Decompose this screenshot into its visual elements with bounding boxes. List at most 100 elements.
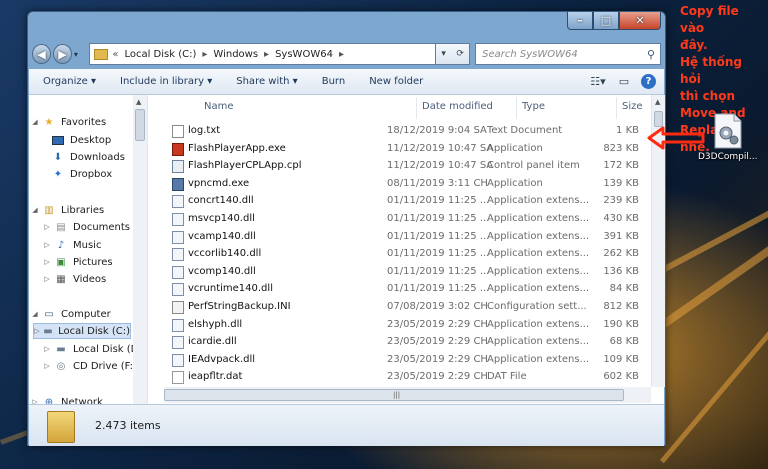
back-button[interactable]: ◀	[32, 44, 51, 64]
expand-arrow-icon[interactable]: ▷	[34, 327, 40, 335]
file-row[interactable]: FlashPlayerApp.exe 11/12/2019 10:47 SA App…	[164, 141, 649, 158]
expand-arrow-icon[interactable]: ▷	[43, 258, 51, 266]
nav-computer[interactable]: ◢ ▭ Computer	[31, 306, 110, 322]
file-row[interactable]: elshyph.dll 23/05/2019 2:29 CH Application…	[164, 317, 649, 334]
minimize-button[interactable]: –	[567, 12, 593, 30]
nav-favorites[interactable]: ◢ ★ Favorites	[31, 114, 106, 130]
file-row[interactable]: icardie.dll 23/05/2019 2:29 CH Application…	[164, 334, 649, 351]
cd-drive-icon: ◎	[56, 360, 66, 372]
nav-label: Favorites	[61, 116, 107, 128]
file-row[interactable]: vcomp140.dll 01/11/2019 11:25 ... Applicat…	[164, 264, 649, 281]
file-size: 68 KB	[609, 336, 639, 348]
organize-button[interactable]: Organize ▾	[43, 76, 96, 87]
breadcrumb-separator-icon[interactable]: ▸	[264, 49, 269, 60]
new-folder-button[interactable]: New folder	[369, 76, 423, 87]
documents-icon: ▤	[56, 221, 66, 233]
search-icon[interactable]: ⚲	[647, 48, 655, 61]
nav-scrollbar[interactable]: ▲	[133, 95, 147, 404]
nav-desktop[interactable]: Desktop	[51, 132, 111, 148]
file-row[interactable]: log.txt 18/12/2019 9:04 SA Text Document 1 …	[164, 123, 649, 140]
window-controls: – □ ✕	[567, 12, 661, 30]
breadcrumb-separator-icon[interactable]: ▸	[202, 49, 207, 60]
column-header-type[interactable]: Type	[522, 101, 545, 112]
file-size: 139 KB	[603, 177, 639, 189]
file-type: Application	[487, 142, 543, 154]
column-header-date-modified[interactable]: Date modified	[422, 101, 493, 112]
breadcrumb-local-disk-c[interactable]: Local Disk (C:)	[124, 49, 196, 60]
address-overflow-chevron[interactable]: «	[112, 49, 118, 60]
file-size: 262 KB	[603, 248, 639, 260]
include-in-library-button[interactable]: Include in library ▾	[120, 76, 212, 87]
scroll-up-icon[interactable]: ▲	[136, 98, 141, 106]
breadcrumb-windows[interactable]: Windows	[213, 49, 258, 60]
dll-file-icon[interactable]	[713, 113, 743, 149]
forward-button[interactable]: ▶	[52, 44, 72, 64]
vertical-scrollbar-thumb[interactable]	[654, 111, 663, 127]
nav-documents[interactable]: ▷ ▤ Documents	[43, 219, 130, 235]
file-date-modified: 23/05/2019 2:29 CH	[387, 371, 488, 383]
file-row[interactable]: IEAdvpack.dll 23/05/2019 2:29 CH Applicati…	[164, 352, 649, 369]
dll-icon	[172, 353, 184, 367]
file-row[interactable]: msvcp140.dll 01/11/2019 11:25 ... Applicat…	[164, 211, 649, 228]
column-divider[interactable]	[616, 97, 617, 119]
file-row[interactable]: FlashPlayerCPLApp.cpl 11/12/2019 10:47 SA…	[164, 158, 649, 175]
file-date-modified: 01/11/2019 11:25 ...	[387, 283, 490, 295]
refresh-icon[interactable]: ⟳	[456, 49, 464, 59]
column-header-size[interactable]: Size	[622, 101, 643, 112]
file-row[interactable]: vccorlib140.dll 01/11/2019 11:25 ... Appli…	[164, 246, 649, 263]
file-row[interactable]: vcruntime140.dll 01/11/2019 11:25 ... Appl…	[164, 281, 649, 298]
search-input[interactable]: Search SysWOW64 ⚲	[475, 43, 662, 65]
file-row[interactable]: vpncmd.exe 08/11/2019 3:11 CH Application 1…	[164, 176, 649, 193]
file-row[interactable]: vcamp140.dll 01/11/2019 11:25 ... Applicat…	[164, 229, 649, 246]
file-date-modified: 08/11/2019 3:11 CH	[387, 177, 488, 189]
expand-arrow-icon[interactable]: ▷	[43, 345, 51, 353]
nav-libraries[interactable]: ◢ ▥ Libraries	[31, 202, 104, 218]
nav-downloads[interactable]: ⬇ Downloads	[51, 149, 125, 165]
title-bar[interactable]: – □ ✕	[28, 12, 665, 42]
preview-pane-icon[interactable]: ▭	[615, 73, 633, 89]
file-type: Application extens...	[487, 230, 590, 242]
column-divider[interactable]	[416, 97, 417, 119]
change-view-icon[interactable]: ☷▾	[589, 73, 607, 89]
expand-arrow-icon[interactable]: ▷	[43, 223, 51, 231]
nav-dropbox[interactable]: ✦ Dropbox	[51, 166, 112, 182]
nav-cd-drive[interactable]: ▷ ◎ CD Drive (F:)	[43, 358, 137, 374]
expand-arrow-icon[interactable]: ▷	[43, 275, 51, 283]
file-size: 84 KB	[609, 283, 639, 295]
breadcrumb-separator-icon[interactable]: ▸	[339, 49, 344, 60]
nav-music[interactable]: ▷ ♪ Music	[43, 237, 101, 253]
column-divider[interactable]	[516, 97, 517, 119]
file-list: Name Date modified Type Size log.txt 18/1…	[164, 95, 653, 404]
file-name: vcomp140.dll	[188, 265, 256, 277]
burn-button[interactable]: Burn	[322, 76, 345, 87]
share-with-button[interactable]: Share with ▾	[236, 76, 297, 87]
recent-pages-dropdown[interactable]: ▾	[74, 50, 83, 59]
file-row[interactable]: concrt140.dll 01/11/2019 11:25 ... Applica…	[164, 193, 649, 210]
collapse-arrow-icon[interactable]: ◢	[31, 118, 39, 126]
file-list-horizontal-scrollbar[interactable]: |||	[164, 387, 651, 403]
address-dropdown-icon[interactable]: ▾	[441, 49, 446, 59]
file-size: 602 KB	[603, 371, 639, 383]
file-row[interactable]: ieapfltr.dat 23/05/2019 2:29 CH DAT File 60…	[164, 369, 649, 386]
collapse-arrow-icon[interactable]: ◢	[31, 310, 39, 318]
desktop-icon-label[interactable]: D3DCompil...	[698, 152, 757, 162]
expand-arrow-icon[interactable]: ▷	[43, 362, 51, 370]
nav-scrollbar-thumb[interactable]	[135, 109, 145, 141]
file-row[interactable]: PerfStringBackup.INI 07/08/2019 3:02 CH Co…	[164, 299, 649, 316]
address-bar[interactable]: « Local Disk (C:) ▸ Windows ▸ SysWOW64 ▸	[89, 43, 437, 65]
help-icon[interactable]: ?	[641, 73, 656, 89]
expand-arrow-icon[interactable]: ▷	[43, 241, 51, 249]
nav-videos[interactable]: ▷ ▦ Videos	[43, 271, 106, 287]
nav-local-disk-d[interactable]: ▷ ▬ Local Disk (D:)	[43, 341, 145, 357]
column-header-name[interactable]: Name	[204, 101, 234, 112]
close-button[interactable]: ✕	[619, 12, 661, 30]
file-date-modified: 23/05/2019 2:29 CH	[387, 318, 488, 330]
collapse-arrow-icon[interactable]: ◢	[31, 206, 39, 214]
nav-pictures[interactable]: ▷ ▣ Pictures	[43, 254, 112, 270]
scroll-up-icon[interactable]: ▲	[655, 98, 660, 106]
file-name: msvcp140.dll	[188, 213, 255, 224]
breadcrumb-syswow64[interactable]: SysWOW64	[275, 49, 333, 60]
maximize-button[interactable]: □	[593, 12, 619, 30]
nav-local-disk-c[interactable]: ▷ ▬ Local Disk (C:)	[33, 323, 131, 339]
file-date-modified: 07/08/2019 3:02 CH	[387, 301, 488, 312]
